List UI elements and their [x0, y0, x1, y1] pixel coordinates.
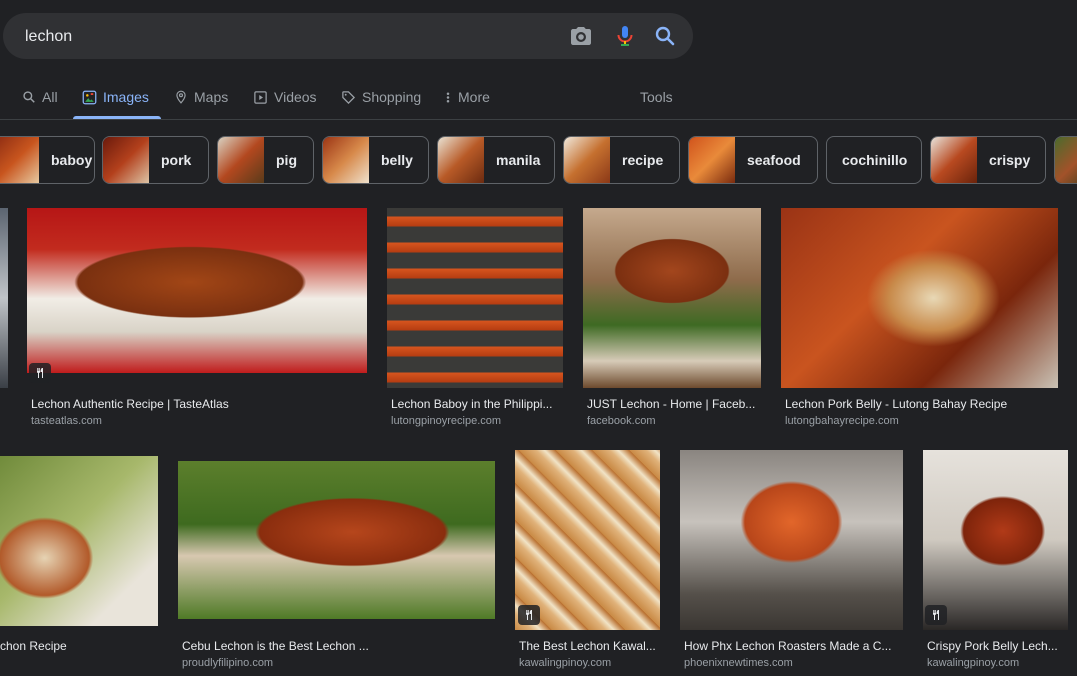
- chip-label: crispy: [989, 152, 1031, 168]
- result-caption: JUST Lechon - Home | Faceb...: [587, 397, 756, 411]
- search-icon[interactable]: [653, 24, 677, 48]
- result-source: tasteatlas.com: [31, 415, 102, 427]
- chip-crispy[interactable]: crispy: [930, 136, 1046, 184]
- result-image: [178, 461, 495, 619]
- tab-maps[interactable]: Maps: [174, 76, 228, 118]
- image-icon: [82, 90, 97, 104]
- search-tabs: All Images Maps Videos Shopping More Too…: [0, 76, 1077, 120]
- tab-more[interactable]: More: [444, 76, 490, 118]
- chip-recipe[interactable]: recipe: [563, 136, 680, 184]
- chip-seafood[interactable]: seafood: [688, 136, 818, 184]
- tab-shopping[interactable]: Shopping: [341, 76, 421, 118]
- chip-label: seafood: [747, 152, 801, 168]
- fork-knife-icon: [37, 368, 43, 378]
- more-vert-icon: [446, 92, 450, 102]
- tab-label: Videos: [274, 89, 317, 105]
- image-result[interactable]: How Phx Lechon Roasters Made a C... phoe…: [680, 450, 903, 674]
- result-image: [583, 208, 761, 388]
- result-source: kawalingpinoy.com: [927, 657, 1020, 669]
- chip-label: pork: [161, 152, 192, 168]
- chip-overflow[interactable]: [1054, 136, 1077, 184]
- chip-label: recipe: [622, 152, 664, 168]
- result-image: [0, 208, 8, 388]
- chip-belly[interactable]: belly: [322, 136, 429, 184]
- chip-label: belly: [381, 152, 413, 168]
- chip-thumbnail: [103, 137, 149, 183]
- chip-pork[interactable]: pork: [102, 136, 209, 184]
- fork-knife-icon: [526, 610, 532, 620]
- tabs-divider: [0, 119, 1077, 120]
- chip-label: pig: [276, 152, 297, 168]
- result-source: phoenixnewtimes.com: [684, 657, 793, 669]
- result-source: facebook.com: [587, 415, 656, 427]
- chip-thumbnail: [438, 137, 484, 183]
- tab-label: Shopping: [362, 89, 422, 105]
- image-result[interactable]: Lechon Baboy in the Philippi... lutongpi…: [387, 208, 563, 428]
- chip-manila[interactable]: manila: [437, 136, 555, 184]
- result-source: lutongpinoyrecipe.com: [391, 415, 502, 427]
- chip-thumbnail: [323, 137, 369, 183]
- chip-thumbnail: [931, 137, 977, 183]
- chip-cochinillo[interactable]: cochinillo: [826, 136, 922, 184]
- recipe-badge: [925, 605, 947, 625]
- search-input[interactable]: [23, 13, 547, 61]
- tab-label: Maps: [194, 89, 229, 105]
- result-source: kawalingpinoy.com: [519, 657, 612, 669]
- tab-all[interactable]: All: [22, 76, 58, 118]
- tab-label: All: [42, 89, 58, 105]
- result-source: lutongbahayrecipe.com: [785, 415, 899, 427]
- chip-pig[interactable]: pig: [217, 136, 314, 184]
- tag-icon: [342, 90, 356, 104]
- chip-label: manila: [496, 152, 541, 168]
- image-result[interactable]: Lechon Pork Belly - Lutong Bahay Recipe …: [781, 208, 1058, 428]
- image-result[interactable]: chon Recipe: [0, 456, 158, 674]
- search-bar[interactable]: [3, 13, 693, 61]
- result-caption: How Phx Lechon Roasters Made a C...: [684, 639, 892, 653]
- result-image: [781, 208, 1058, 388]
- result-caption: Lechon Pork Belly - Lutong Bahay Recipe: [785, 397, 1008, 411]
- chip-baboy[interactable]: baboy: [0, 136, 95, 184]
- tools-label: Tools: [640, 89, 673, 105]
- search-icon: [23, 91, 35, 103]
- image-result[interactable]: Crispy Pork Belly Lech... kawalingpinoy.…: [923, 450, 1068, 674]
- result-caption: The Best Lechon Kawal...: [519, 639, 656, 653]
- chip-label: baboy: [51, 152, 93, 168]
- result-image: [0, 456, 158, 626]
- play-icon: [254, 90, 267, 104]
- image-result[interactable]: Lechon Authentic Recipe | TasteAtlas tas…: [27, 208, 367, 428]
- result-image: [923, 450, 1068, 630]
- result-image: [27, 208, 367, 373]
- image-result[interactable]: The Best Lechon Kawal... kawalingpinoy.c…: [515, 450, 660, 674]
- result-image: [387, 208, 563, 388]
- map-pin-icon: [176, 90, 186, 104]
- image-result[interactable]: Cebu Lechon is the Best Lechon ... proud…: [178, 461, 495, 674]
- camera-icon[interactable]: [569, 24, 593, 48]
- recipe-badge: [29, 363, 51, 383]
- related-searches-chips: baboy pork pig belly manila recipe seafo…: [0, 136, 1077, 184]
- recipe-badge: [518, 605, 540, 625]
- microphone-icon[interactable]: [613, 24, 637, 48]
- result-caption: Cebu Lechon is the Best Lechon ...: [182, 639, 369, 653]
- image-result[interactable]: JUST Lechon - Home | Faceb... facebook.c…: [583, 208, 761, 428]
- image-result-partial[interactable]: [0, 208, 8, 388]
- chip-thumbnail: [689, 137, 735, 183]
- result-caption: Crispy Pork Belly Lech...: [927, 639, 1058, 653]
- tab-label: Images: [103, 89, 149, 105]
- tools-button[interactable]: Tools: [640, 76, 673, 118]
- tab-images[interactable]: Images: [82, 76, 149, 118]
- tab-videos[interactable]: Videos: [253, 76, 317, 118]
- chip-thumbnail: [1055, 137, 1077, 183]
- result-caption: Lechon Authentic Recipe | TasteAtlas: [31, 397, 229, 411]
- tab-label: More: [458, 89, 490, 105]
- chip-thumbnail: [564, 137, 610, 183]
- result-image: [680, 450, 903, 630]
- result-caption: Lechon Baboy in the Philippi...: [391, 397, 553, 411]
- chip-thumbnail: [218, 137, 264, 183]
- result-source: proudlyfilipino.com: [182, 657, 274, 669]
- chip-thumbnail: [0, 137, 39, 183]
- result-image: [515, 450, 660, 630]
- fork-knife-icon: [933, 610, 939, 620]
- chip-label: cochinillo: [842, 152, 908, 168]
- result-caption: chon Recipe: [0, 639, 67, 653]
